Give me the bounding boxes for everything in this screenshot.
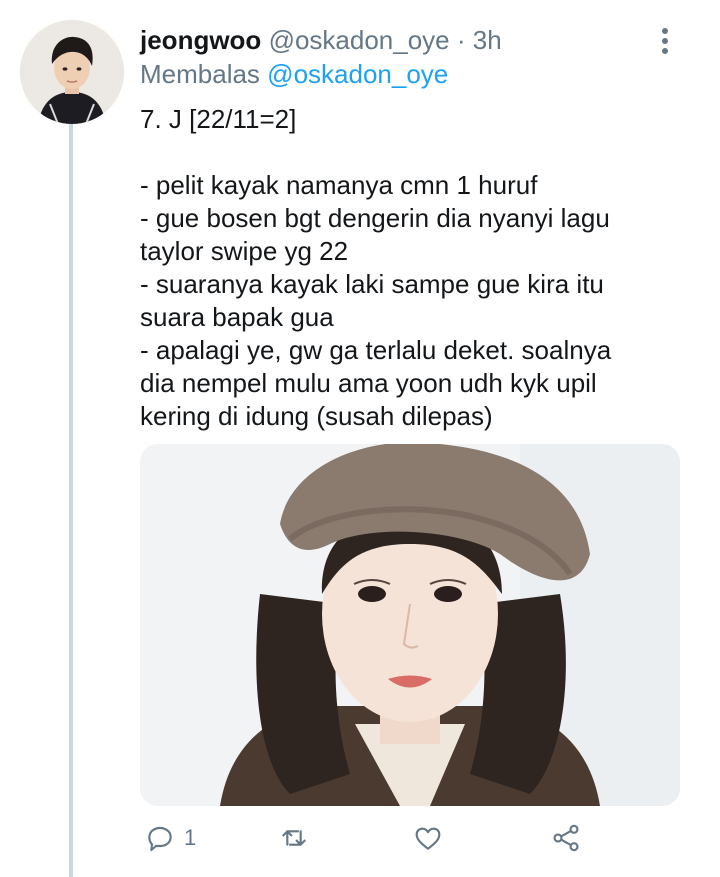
share-icon [553,824,579,852]
reply-to-handle[interactable]: @oskadon_oye [267,59,448,89]
tweet-line: 7. J [22/11=2] [140,104,297,134]
tweet-line: dia nempel mulu ama yoon udh kyk upil [140,368,597,398]
portrait-photo [140,444,680,806]
tweet-line: - apalagi ye, gw ga terlalu deket. soaln… [140,335,612,365]
tweet-actions: 1 [140,818,680,858]
avatar-photo [20,20,124,124]
thread-line [69,120,73,877]
tweet-line: - gue bosen bgt dengerin dia nyanyi lagu [140,203,610,233]
reply-context: Membalas @oskadon_oye [140,58,448,90]
more-vertical-icon [662,28,668,34]
tweet-photo[interactable] [140,444,680,806]
retweet-icon [282,830,306,846]
retweet-button[interactable] [278,818,310,858]
display-name[interactable]: jeongwoo [140,25,261,55]
tweet-line: kering di idung (susah dilepas) [140,401,493,431]
separator-dot: · [456,25,466,55]
tweet-line: suara bapak gua [140,302,334,332]
share-button[interactable] [550,818,582,858]
reply-button[interactable]: 1 [144,818,196,858]
more-options-button[interactable] [650,24,680,58]
reply-prefix: Membalas [140,59,260,89]
heart-icon [415,827,441,850]
tweet-line-gap [140,136,680,169]
like-button[interactable] [412,818,444,858]
comment-icon [148,826,172,852]
user-handle[interactable]: @oskadon_oye [269,25,450,55]
reply-count: 1 [184,825,197,850]
tweet-line: - suaranya kayak laki sampe gue kira itu [140,269,604,299]
timestamp[interactable]: 3h [473,25,502,55]
tweet-text: 7. J [22/11=2] - pelit kayak namanya cmn… [140,103,680,433]
avatar[interactable] [20,20,124,124]
tweet-line: - pelit kayak namanya cmn 1 huruf [140,170,538,200]
tweet-line: taylor swipe yg 22 [140,236,349,266]
tweet-header: jeongwoo @oskadon_oye · 3h [140,24,502,56]
